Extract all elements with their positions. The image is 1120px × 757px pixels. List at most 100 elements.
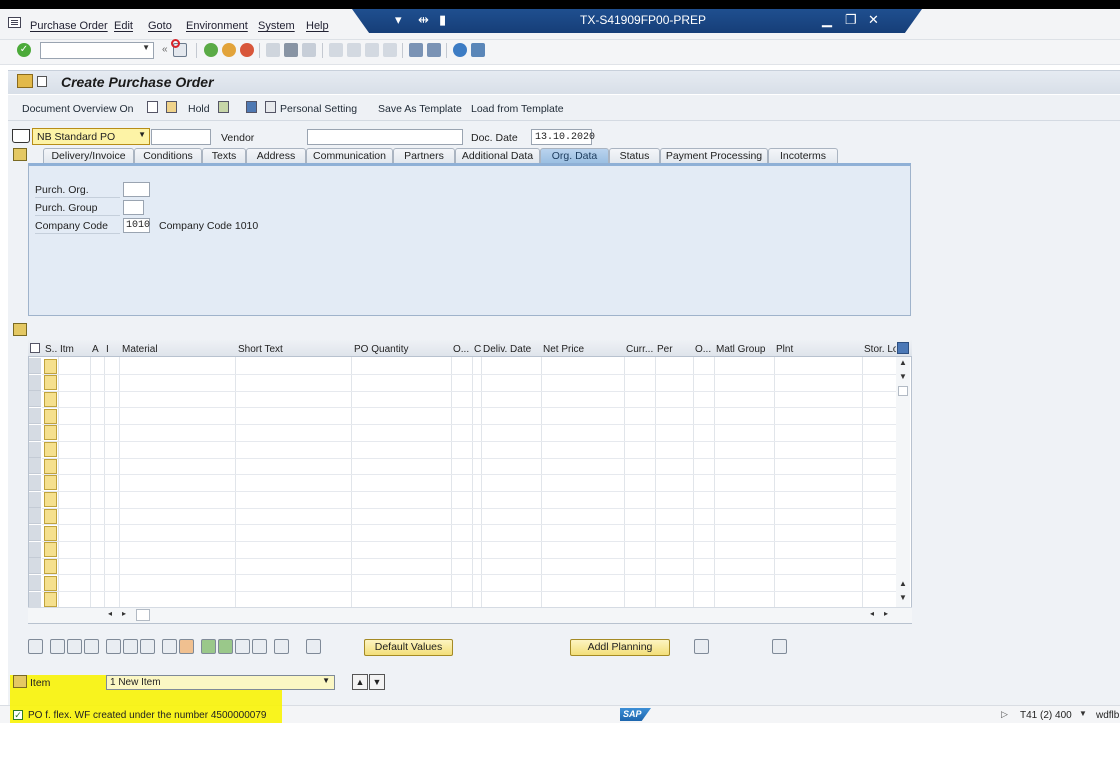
sort-descending-icon[interactable] xyxy=(252,639,267,654)
filter-off-icon[interactable] xyxy=(235,639,250,654)
copy-icon[interactable] xyxy=(162,639,177,654)
tab-address[interactable]: Address xyxy=(246,148,306,163)
row-selector[interactable] xyxy=(29,458,41,475)
row-selector[interactable] xyxy=(29,575,41,592)
select-block-icon[interactable] xyxy=(84,639,99,654)
row-selector[interactable] xyxy=(29,541,41,558)
cancel-icon[interactable] xyxy=(240,43,254,57)
row-status-cell[interactable] xyxy=(44,408,57,424)
previous-page-icon[interactable] xyxy=(347,43,361,57)
output-icon[interactable] xyxy=(772,639,787,654)
window-menu-icon[interactable] xyxy=(8,17,21,28)
tab-conditions[interactable]: Conditions xyxy=(134,148,202,163)
col-status[interactable]: S.. xyxy=(45,344,59,355)
tab-incoterms[interactable]: Incoterms xyxy=(768,148,838,163)
row-status-cell[interactable] xyxy=(44,458,57,474)
shortcut-icon[interactable] xyxy=(427,43,441,57)
addl-planning-button[interactable]: Addl Planning xyxy=(570,639,670,656)
expand-items-icon[interactable] xyxy=(13,323,27,336)
last-page-icon[interactable] xyxy=(383,43,397,57)
default-values-button[interactable]: Default Values xyxy=(364,639,453,656)
col-short-text[interactable]: Short Text xyxy=(238,344,350,355)
paste-icon[interactable] xyxy=(179,639,194,654)
customize-dropdown-icon[interactable]: ▾ xyxy=(395,12,402,28)
row-status-cell[interactable] xyxy=(44,525,57,541)
filter-icon[interactable] xyxy=(218,639,233,654)
export-icon[interactable] xyxy=(274,639,289,654)
first-page-icon[interactable] xyxy=(329,43,343,57)
scroll-far-right-icon[interactable]: ▸ xyxy=(884,609,888,618)
item-details-icon[interactable] xyxy=(28,639,43,654)
select-all-icon[interactable] xyxy=(50,639,65,654)
row-selector[interactable] xyxy=(29,525,41,541)
row-status-cell[interactable] xyxy=(44,391,57,407)
expand-header-icon[interactable] xyxy=(13,148,27,161)
minimize-icon[interactable]: ▁ xyxy=(822,12,832,28)
row-status-cell[interactable] xyxy=(44,558,57,574)
purch-group-field[interactable] xyxy=(123,200,144,215)
status-expand-icon[interactable]: ▷ xyxy=(1001,709,1008,720)
unlock-icon[interactable] xyxy=(140,639,155,654)
command-dropdown-icon[interactable]: ▼ xyxy=(142,43,150,52)
row-selector[interactable] xyxy=(29,408,41,425)
grid-horizontal-scrollbar[interactable] xyxy=(28,607,912,623)
personal-setting-icon[interactable] xyxy=(265,101,276,113)
expand-item-detail-icon[interactable] xyxy=(13,675,27,688)
col-material[interactable]: Material xyxy=(122,344,232,355)
menu-purchase-order[interactable]: Purchase Order xyxy=(30,20,108,32)
sort-ascending-icon[interactable] xyxy=(201,639,216,654)
purch-org-field[interactable] xyxy=(123,182,150,197)
menu-system[interactable]: System xyxy=(258,20,295,32)
scroll-down-icon[interactable]: ▼ xyxy=(899,372,907,381)
row-status-cell[interactable] xyxy=(44,575,57,591)
row-selector[interactable] xyxy=(29,424,41,441)
delete-icon[interactable] xyxy=(106,639,121,654)
layout-menu-icon[interactable] xyxy=(471,43,485,57)
services-icon[interactable] xyxy=(37,76,47,87)
row-status-cell[interactable] xyxy=(44,425,57,441)
tab-texts[interactable]: Texts xyxy=(202,148,246,163)
menu-goto[interactable]: Goto xyxy=(148,20,172,32)
row-selector[interactable] xyxy=(29,441,41,458)
col-po-quantity[interactable]: PO Quantity xyxy=(354,344,449,355)
close-icon[interactable]: ✕ xyxy=(868,12,879,28)
enter-check-icon[interactable]: ✓ xyxy=(17,43,31,57)
col-matl-group[interactable]: Matl Group xyxy=(716,344,774,355)
col-item-category[interactable]: I xyxy=(106,344,116,355)
personal-setting-button[interactable]: Personal Setting xyxy=(280,103,357,115)
help-icon[interactable] xyxy=(453,43,467,57)
row-selector[interactable] xyxy=(29,358,41,374)
scroll-page-down-icon[interactable]: ▼ xyxy=(899,593,907,602)
col-storage-location[interactable]: Stor. Lo xyxy=(864,344,896,355)
restore-icon[interactable]: ❐ xyxy=(845,12,857,28)
document-overview-button[interactable]: Document Overview On xyxy=(22,103,133,115)
tab-additional-data[interactable]: Additional Data xyxy=(455,148,540,163)
col-currency[interactable]: Curr... xyxy=(626,344,656,355)
scroll-page-up-icon[interactable]: ▲ xyxy=(899,579,907,588)
row-status-cell[interactable] xyxy=(44,358,57,374)
check-icon[interactable] xyxy=(218,101,229,113)
row-status-cell[interactable] xyxy=(44,442,57,457)
collapse-icon[interactable]: « xyxy=(162,44,168,55)
info-icon[interactable] xyxy=(246,101,257,113)
tab-payment-processing[interactable]: Payment Processing xyxy=(660,148,768,163)
other-document-icon[interactable] xyxy=(166,101,177,113)
new-document-icon[interactable] xyxy=(147,101,158,113)
col-deliv-date[interactable]: Deliv. Date xyxy=(483,344,541,355)
doc-date-field[interactable]: 13.10.2020 xyxy=(531,129,595,145)
system-info-dropdown-icon[interactable]: ▼ xyxy=(1079,709,1087,718)
row-selector[interactable] xyxy=(29,558,41,575)
col-plant[interactable]: Plnt xyxy=(776,344,860,355)
status-message[interactable]: PO f. flex. WF created under the number … xyxy=(28,710,266,721)
next-page-icon[interactable] xyxy=(365,43,379,57)
row-status-cell[interactable] xyxy=(44,492,57,508)
hscroll-thumb[interactable] xyxy=(136,609,150,621)
menu-help[interactable]: Help xyxy=(306,20,329,32)
system-info[interactable]: T41 (2) 400 xyxy=(1020,710,1072,721)
col-order-price-unit[interactable]: O... xyxy=(695,344,715,355)
item-dropdown[interactable]: 1 New Item ▼ xyxy=(106,675,335,690)
company-code-field[interactable]: 1010 xyxy=(123,218,150,233)
row-status-cell[interactable] xyxy=(44,542,57,558)
tab-delivery-invoice[interactable]: Delivery/Invoice xyxy=(43,148,134,163)
po-number-field[interactable] xyxy=(151,129,211,145)
